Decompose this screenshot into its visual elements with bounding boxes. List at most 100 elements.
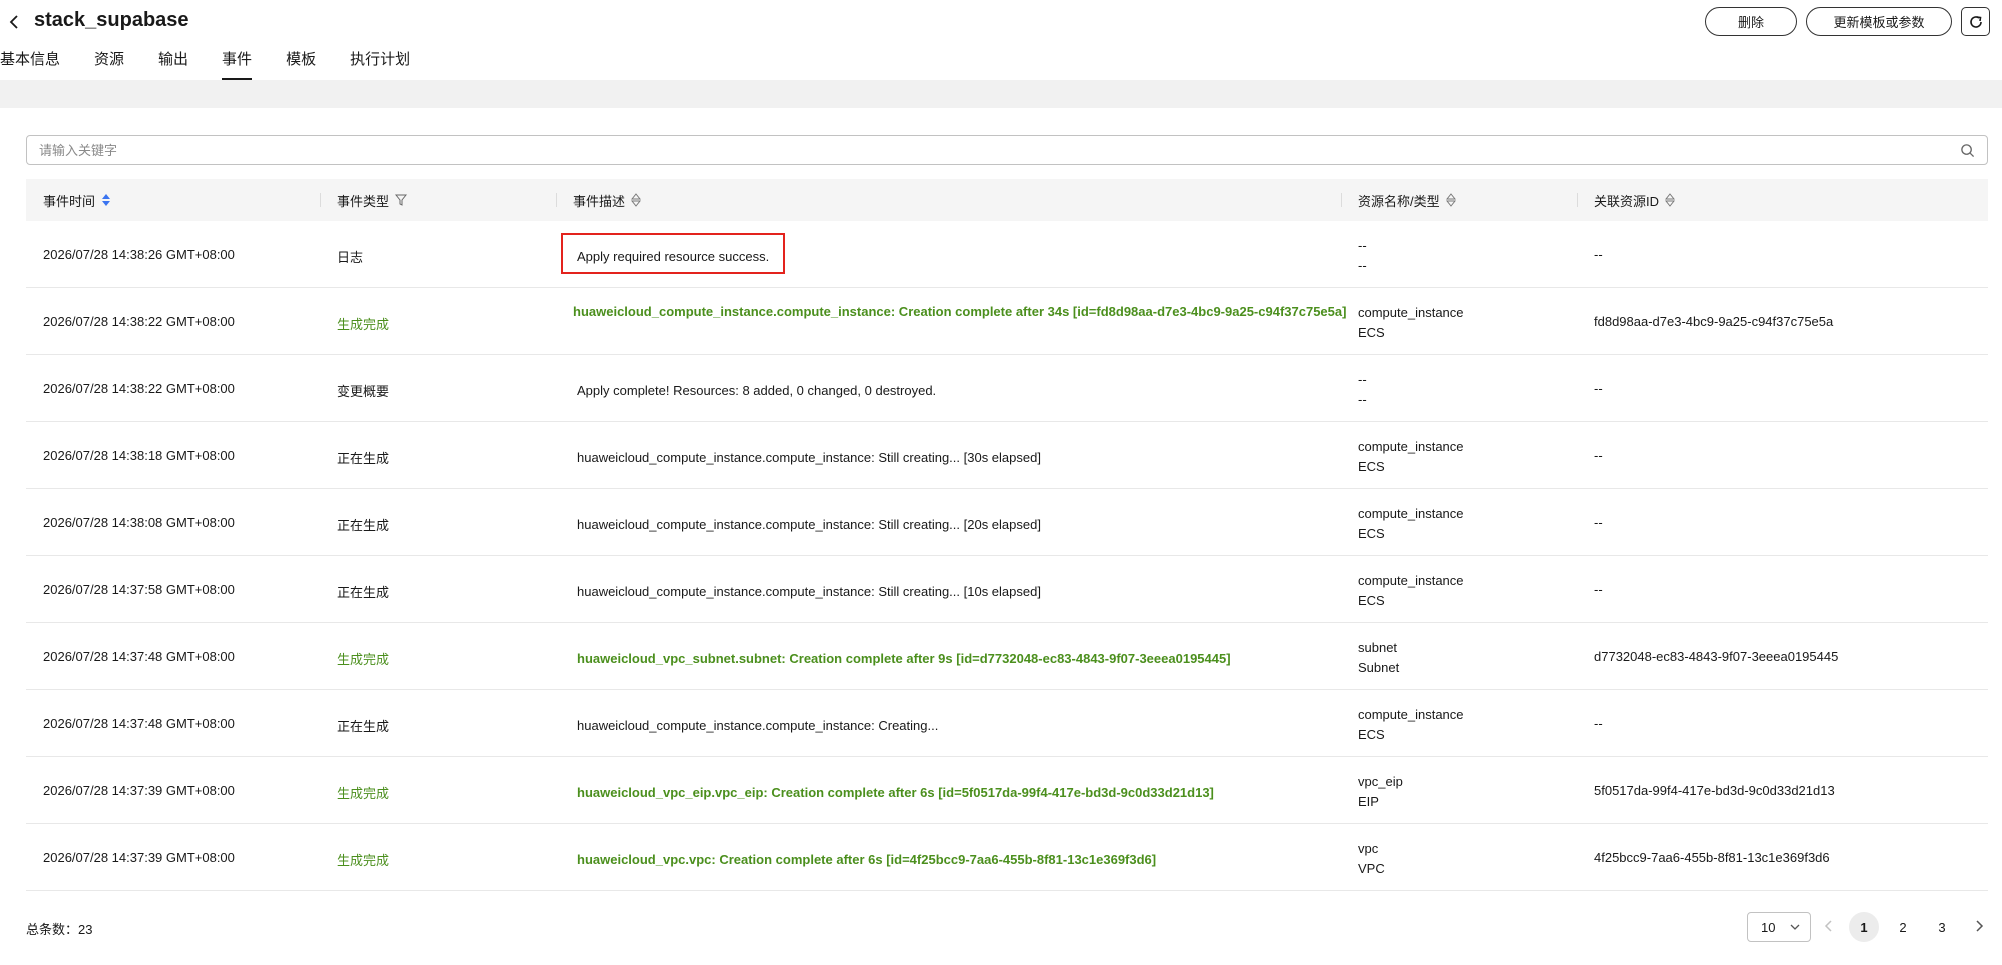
table-row: 2026/07/28 14:37:48 GMT+08:00 生成完成 huawe… bbox=[26, 623, 1988, 690]
resource-name-type: vpc VPC bbox=[1358, 839, 1385, 879]
tab-basic-info[interactable]: 基本信息 bbox=[0, 44, 60, 80]
page-size-select[interactable]: 10 bbox=[1747, 912, 1811, 942]
table-row: 2026/07/28 14:37:39 GMT+08:00 生成完成 huawe… bbox=[26, 757, 1988, 824]
event-time: 2026/07/28 14:38:18 GMT+08:00 bbox=[43, 448, 235, 463]
resource-id: -- bbox=[1594, 716, 1603, 731]
resource-name-type: subnet Subnet bbox=[1358, 638, 1399, 678]
column-header-time[interactable]: 事件时间 bbox=[43, 179, 111, 221]
back-arrow-icon[interactable] bbox=[6, 12, 24, 32]
tab-execution-plan[interactable]: 执行计划 bbox=[350, 44, 410, 80]
sort-icon[interactable] bbox=[1445, 193, 1456, 207]
resource-type: EIP bbox=[1358, 794, 1379, 809]
resource-name-type: -- -- bbox=[1358, 236, 1367, 276]
resource-name-type: compute_instance ECS bbox=[1358, 437, 1464, 477]
chevron-left-icon[interactable] bbox=[1823, 918, 1835, 934]
resource-name-type: vpc_eip EIP bbox=[1358, 772, 1403, 812]
resource-id: -- bbox=[1594, 582, 1603, 597]
total-count: 总条数：23 bbox=[26, 922, 93, 937]
sort-icon[interactable] bbox=[1665, 193, 1676, 207]
sort-icon[interactable] bbox=[631, 193, 642, 207]
page-title: stack_supabase bbox=[34, 9, 189, 31]
section-divider bbox=[0, 80, 2002, 108]
event-type: 生成完成 bbox=[337, 853, 390, 868]
resource-type: VPC bbox=[1358, 861, 1385, 876]
resource-name-type: compute_instance ECS bbox=[1358, 303, 1464, 343]
resource-type: ECS bbox=[1358, 593, 1385, 608]
chevron-down-icon bbox=[1790, 924, 1800, 930]
resource-name: compute_instance bbox=[1358, 506, 1464, 521]
resource-name-type: -- -- bbox=[1358, 370, 1367, 410]
resource-name: -- bbox=[1358, 372, 1367, 387]
tab-template[interactable]: 模板 bbox=[286, 44, 316, 80]
page-2-button[interactable]: 2 bbox=[1888, 912, 1918, 942]
resource-name: vpc bbox=[1358, 841, 1379, 856]
event-time: 2026/07/28 14:37:58 GMT+08:00 bbox=[43, 582, 235, 597]
delete-button[interactable]: 删除 bbox=[1705, 7, 1797, 36]
table-row: 2026/07/28 14:37:58 GMT+08:00 正在生成 huawe… bbox=[26, 556, 1988, 623]
table-row: 2026/07/28 14:37:39 GMT+08:00 生成完成 huawe… bbox=[26, 824, 1988, 891]
resource-id: -- bbox=[1594, 515, 1603, 530]
resource-type: ECS bbox=[1358, 727, 1385, 742]
tab-outputs[interactable]: 输出 bbox=[158, 44, 188, 80]
resource-id: fd8d98aa-d7e3-4bc9-9a25-c94f37c75e5a bbox=[1594, 314, 1834, 329]
search-box bbox=[26, 135, 1988, 165]
search-icon[interactable] bbox=[1960, 143, 1975, 158]
table-row: 2026/07/28 14:38:22 GMT+08:00 变更概要 Apply… bbox=[26, 355, 1988, 422]
event-description: huaweicloud_vpc_eip.vpc_eip: Creation co… bbox=[577, 785, 1214, 800]
event-description: huaweicloud_compute_instance.compute_ins… bbox=[577, 718, 939, 733]
event-time: 2026/07/28 14:38:22 GMT+08:00 bbox=[43, 314, 235, 329]
page-size-value: 10 bbox=[1761, 919, 1776, 935]
resource-id: -- bbox=[1594, 381, 1603, 396]
column-header-resource-id[interactable]: 关联资源ID bbox=[1577, 179, 1676, 221]
column-separator bbox=[320, 193, 321, 207]
resource-id: 4f25bcc9-7aa6-455b-8f81-13c1e369f3d6 bbox=[1594, 850, 1830, 865]
table-header: 事件时间 事件类型 事件描述 资源名称/类型 关联资源ID bbox=[26, 179, 1988, 221]
update-template-button[interactable]: 更新模板或参数 bbox=[1806, 7, 1952, 36]
resource-name-type: compute_instance ECS bbox=[1358, 571, 1464, 611]
resource-type: ECS bbox=[1358, 325, 1385, 340]
column-separator bbox=[1577, 193, 1578, 207]
event-type: 正在生成 bbox=[337, 719, 390, 734]
event-type: 正在生成 bbox=[337, 585, 390, 600]
page-1-button[interactable]: 1 bbox=[1849, 912, 1879, 942]
event-description: Apply required resource success. bbox=[577, 249, 770, 264]
tab-resources[interactable]: 资源 bbox=[94, 44, 124, 80]
sort-icon[interactable] bbox=[101, 193, 111, 207]
table-row: 2026/07/28 14:38:18 GMT+08:00 正在生成 huawe… bbox=[26, 422, 1988, 489]
refresh-button[interactable] bbox=[1961, 7, 1990, 36]
event-type: 生成完成 bbox=[337, 652, 390, 667]
column-header-desc[interactable]: 事件描述 bbox=[556, 179, 642, 221]
search-input[interactable] bbox=[39, 136, 1939, 164]
event-time: 2026/07/28 14:38:08 GMT+08:00 bbox=[43, 515, 235, 530]
event-time: 2026/07/28 14:37:39 GMT+08:00 bbox=[43, 850, 235, 865]
resource-name: vpc_eip bbox=[1358, 774, 1403, 789]
filter-icon[interactable] bbox=[395, 194, 408, 206]
event-type: 变更概要 bbox=[337, 384, 390, 399]
event-description: huaweicloud_vpc.vpc: Creation complete a… bbox=[577, 852, 1157, 867]
event-description: Apply complete! Resources: 8 added, 0 ch… bbox=[577, 383, 937, 398]
resource-type: -- bbox=[1358, 258, 1367, 273]
column-header-type[interactable]: 事件类型 bbox=[320, 179, 408, 221]
resource-name-type: compute_instance ECS bbox=[1358, 705, 1464, 745]
page-header: stack_supabase 删除 更新模板或参数 基本信息 资源 输出 事件 … bbox=[0, 0, 2002, 80]
resource-id: d7732048-ec83-4843-9f07-3eeea0195445 bbox=[1594, 649, 1839, 664]
tab-events[interactable]: 事件 bbox=[222, 44, 253, 80]
events-table: 事件时间 事件类型 事件描述 资源名称/类型 关联资源ID 2026/07/28… bbox=[26, 179, 1988, 891]
event-type: 正在生成 bbox=[337, 451, 390, 466]
resource-name-type: compute_instance ECS bbox=[1358, 504, 1464, 544]
resource-name: compute_instance bbox=[1358, 439, 1464, 454]
chevron-right-icon[interactable] bbox=[1973, 918, 1985, 934]
resource-type: Subnet bbox=[1358, 660, 1400, 675]
event-description: huaweicloud_vpc_subnet.subnet: Creation … bbox=[577, 651, 1231, 666]
event-description: huaweicloud_compute_instance.compute_ins… bbox=[573, 304, 1347, 319]
event-time: 2026/07/28 14:38:22 GMT+08:00 bbox=[43, 381, 235, 396]
resource-type: ECS bbox=[1358, 526, 1385, 541]
event-time: 2026/07/28 14:37:39 GMT+08:00 bbox=[43, 783, 235, 798]
resource-name: compute_instance bbox=[1358, 707, 1464, 722]
event-time: 2026/07/28 14:37:48 GMT+08:00 bbox=[43, 649, 235, 664]
resource-type: ECS bbox=[1358, 459, 1385, 474]
page-3-button[interactable]: 3 bbox=[1927, 912, 1957, 942]
column-header-resource[interactable]: 资源名称/类型 bbox=[1341, 179, 1456, 221]
resource-name: compute_instance bbox=[1358, 573, 1464, 588]
table-row: 2026/07/28 14:38:26 GMT+08:00 日志 Apply r… bbox=[26, 221, 1988, 288]
